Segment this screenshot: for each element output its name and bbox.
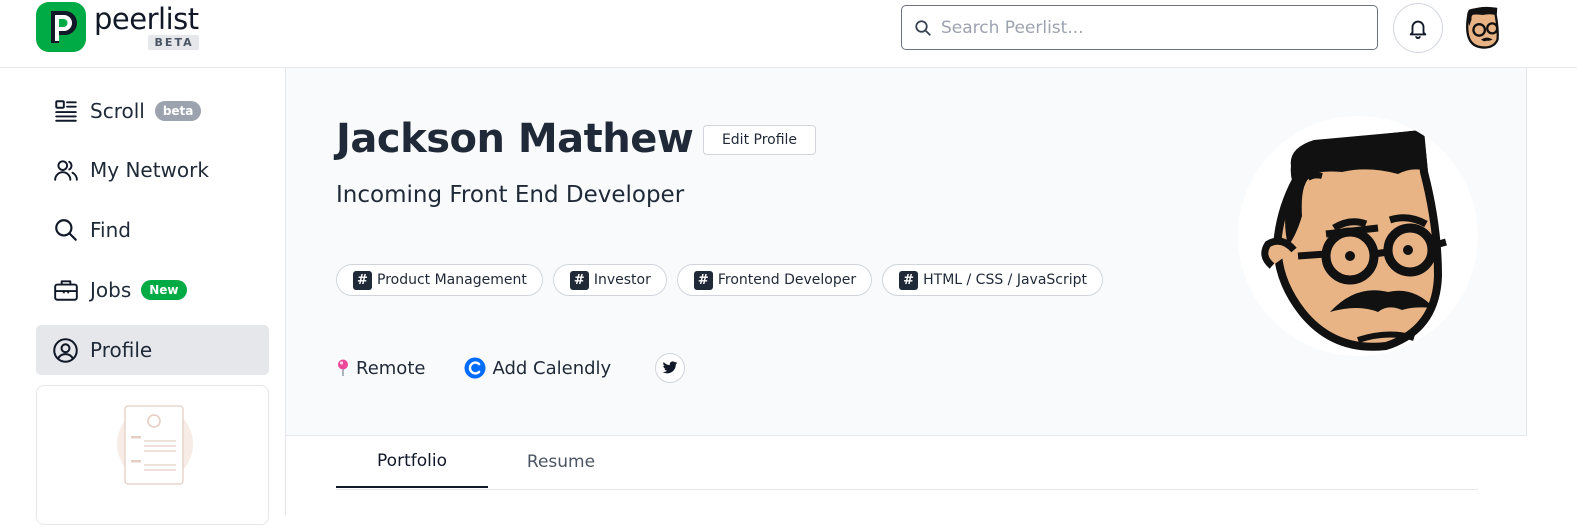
tab-portfolio[interactable]: Portfolio [336, 436, 488, 488]
hashtag-icon: # [693, 270, 713, 290]
tag-frontend-developer[interactable]: # Frontend Developer [676, 264, 873, 296]
profile-headline: Incoming Front End Developer [336, 182, 685, 208]
feed-icon [52, 98, 79, 125]
right-gutter [1527, 68, 1577, 515]
twitter-icon [662, 361, 678, 374]
tab-resume[interactable]: Resume [488, 436, 634, 488]
location-label: Remote [356, 357, 426, 379]
beta-badge: beta [154, 101, 202, 121]
tag-product-management[interactable]: # Product Management [336, 264, 543, 296]
edit-profile-button[interactable]: Edit Profile [703, 125, 816, 155]
tag-label: Frontend Developer [717, 272, 857, 288]
sidebar-item-label: Find [90, 218, 131, 242]
user-avatar[interactable] [1460, 3, 1506, 53]
sidebar-item-jobs[interactable]: Jobs New [36, 265, 269, 315]
beta-badge: BETA [147, 35, 199, 50]
brand-name: peerlist [94, 2, 199, 36]
tabs-divider [336, 489, 1478, 490]
profile-main: Jackson Mathew Edit Profile Incoming Fro… [285, 68, 1527, 515]
add-calendly-link[interactable]: Add Calendly [464, 357, 611, 379]
tag-html-css-javascript[interactable]: # HTML / CSS / JavaScript [882, 264, 1104, 296]
resume-illustration-icon [117, 405, 193, 485]
search-icon [915, 19, 931, 36]
hashtag-icon: # [569, 270, 589, 290]
new-badge: New [141, 280, 187, 300]
notifications-button[interactable] [1393, 3, 1443, 53]
search-box[interactable] [901, 5, 1378, 50]
hashtag-icon: # [353, 270, 372, 290]
sidebar-item-label: Jobs [90, 278, 132, 302]
sidebar-item-label: My Network [90, 158, 209, 182]
tag-investor[interactable]: # Investor [552, 264, 667, 296]
sidebar-item-scroll[interactable]: Scroll beta [36, 86, 269, 136]
briefcase-icon [52, 277, 79, 304]
users-icon [52, 157, 79, 184]
sidebar-item-my-network[interactable]: My Network [36, 145, 269, 195]
profile-avatar[interactable] [1238, 116, 1478, 356]
user-circle-icon [52, 337, 79, 364]
location-pin-icon [336, 359, 350, 377]
bell-icon [1409, 20, 1427, 39]
promo-card[interactable] [36, 385, 269, 525]
sidebar-item-label: Profile [90, 338, 153, 362]
tag-label: Product Management [377, 272, 527, 288]
profile-tabs: Portfolio Resume [286, 435, 1527, 515]
tag-label: Investor [593, 272, 651, 288]
profile-meta: Remote Add Calendly [336, 353, 686, 383]
profile-tags: # Product Management # Investor # Fronte… [336, 264, 1113, 296]
calendly-label: Add Calendly [492, 357, 612, 379]
sidebar-item-label: Scroll [90, 99, 145, 123]
sidebar: Scroll beta My Network Find Jobs New Pro… [0, 68, 285, 525]
twitter-link[interactable] [655, 353, 686, 383]
top-bar: peerlist BETA [0, 0, 1577, 68]
hashtag-icon: # [899, 270, 919, 290]
peerlist-logo[interactable]: peerlist BETA [36, 2, 199, 52]
peerlist-logo-mark-icon [36, 2, 86, 52]
search-icon [52, 217, 79, 244]
profile-name: Jackson Mathew [336, 116, 694, 162]
search-input[interactable] [941, 17, 1361, 38]
location: Remote [336, 358, 425, 379]
sidebar-item-find[interactable]: Find [36, 205, 269, 255]
calendly-icon [464, 357, 486, 379]
sidebar-item-profile[interactable]: Profile [36, 325, 269, 375]
tag-label: HTML / CSS / JavaScript [923, 272, 1088, 288]
